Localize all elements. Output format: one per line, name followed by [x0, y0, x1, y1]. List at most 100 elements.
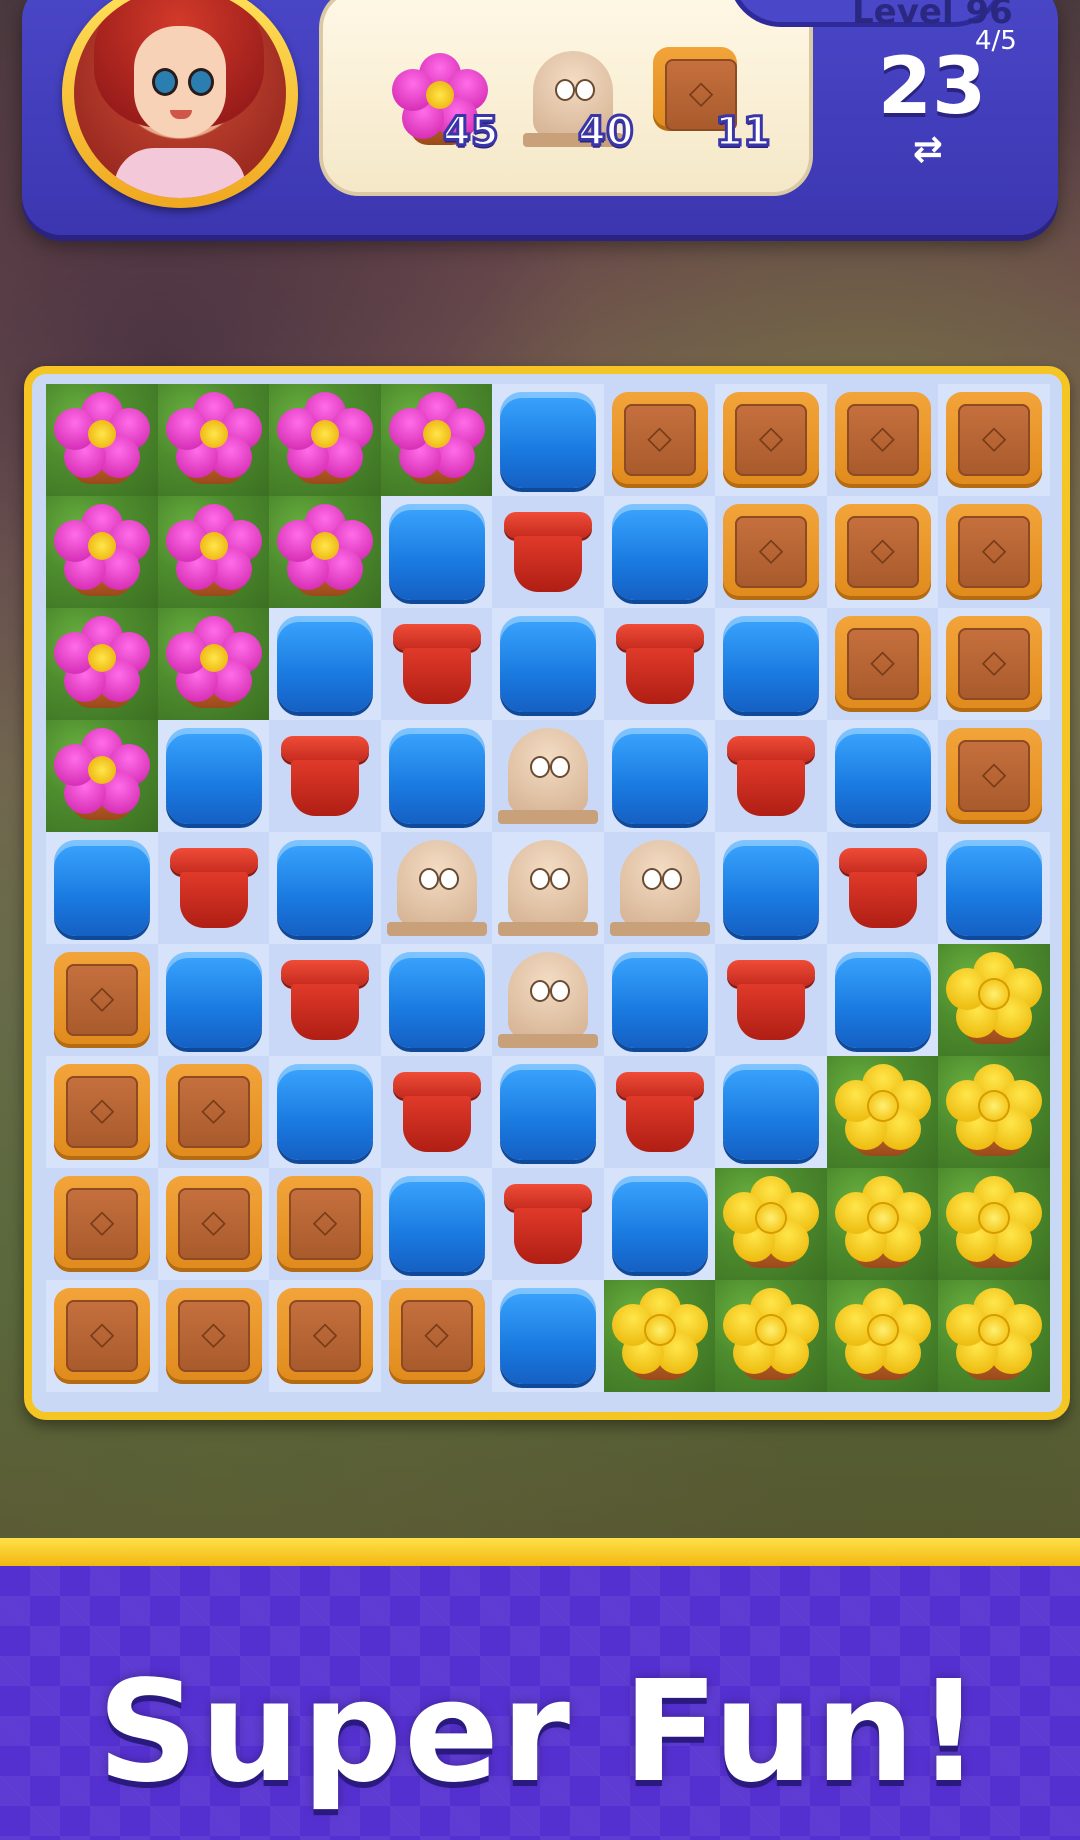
board-cell[interactable] — [46, 944, 158, 1056]
pink-flower-tile[interactable] — [273, 498, 377, 602]
crate-tile[interactable] — [388, 1288, 485, 1384]
board-cell[interactable] — [715, 384, 827, 496]
yellow-flower-tile[interactable] — [831, 1282, 935, 1386]
board-cell[interactable] — [380, 608, 492, 720]
red-pot-tile[interactable] — [392, 618, 481, 710]
board-cell[interactable] — [715, 1168, 827, 1280]
pink-flower-tile[interactable] — [50, 386, 154, 490]
board-cell[interactable] — [603, 384, 715, 496]
crate-tile[interactable] — [165, 1064, 262, 1160]
board-cell[interactable] — [269, 1280, 381, 1392]
board-cell[interactable] — [46, 608, 158, 720]
statue-tile[interactable] — [386, 836, 487, 940]
board-cell[interactable] — [826, 1280, 938, 1392]
blue-jelly-tile[interactable] — [165, 728, 262, 824]
board-cell[interactable] — [157, 720, 269, 832]
board-cell[interactable] — [715, 944, 827, 1056]
blue-jelly-tile[interactable] — [500, 392, 596, 488]
board-cell[interactable] — [938, 1056, 1050, 1168]
board-cell[interactable] — [938, 832, 1050, 944]
red-pot-tile[interactable] — [727, 730, 815, 822]
crate-tile[interactable] — [946, 616, 1042, 712]
board-cell[interactable] — [715, 496, 827, 608]
yellow-flower-tile[interactable] — [719, 1282, 823, 1386]
board-cell[interactable] — [269, 1168, 381, 1280]
blue-jelly-tile[interactable] — [277, 840, 373, 936]
blue-jelly-tile[interactable] — [834, 728, 931, 824]
red-pot-tile[interactable] — [615, 1066, 704, 1158]
board-cell[interactable] — [826, 1168, 938, 1280]
board-cell[interactable] — [46, 832, 158, 944]
crate-tile[interactable] — [946, 728, 1042, 824]
board-cell[interactable] — [826, 496, 938, 608]
board-cell[interactable] — [157, 608, 269, 720]
red-pot-tile[interactable] — [281, 730, 369, 822]
statue-tile[interactable] — [609, 836, 710, 940]
board-cell[interactable] — [492, 832, 604, 944]
board-cell[interactable] — [826, 944, 938, 1056]
blue-jelly-tile[interactable] — [723, 616, 819, 712]
board-cell[interactable] — [492, 1280, 604, 1392]
board-cell[interactable] — [938, 384, 1050, 496]
red-pot-tile[interactable] — [615, 618, 704, 710]
board-cell[interactable] — [269, 384, 381, 496]
blue-jelly-tile[interactable] — [165, 952, 262, 1048]
blue-jelly-tile[interactable] — [388, 504, 485, 600]
crate-tile[interactable] — [54, 1064, 150, 1160]
board-cell[interactable] — [269, 608, 381, 720]
yellow-flower-tile[interactable] — [719, 1170, 823, 1274]
blue-jelly-tile[interactable] — [388, 1176, 485, 1272]
board-cell[interactable] — [715, 1056, 827, 1168]
crate-tile[interactable] — [54, 952, 150, 1048]
board-cell[interactable] — [380, 1280, 492, 1392]
board-cell[interactable] — [826, 720, 938, 832]
crate-tile[interactable] — [165, 1176, 262, 1272]
pink-flower-tile[interactable] — [50, 610, 154, 714]
board-cell[interactable] — [46, 1280, 158, 1392]
pink-flower-tile[interactable] — [50, 722, 154, 826]
yellow-flower-tile[interactable] — [831, 1170, 935, 1274]
board-cell[interactable] — [157, 1056, 269, 1168]
board-cell[interactable] — [492, 944, 604, 1056]
blue-jelly-tile[interactable] — [611, 728, 708, 824]
crate-tile[interactable] — [611, 392, 708, 488]
board-cell[interactable] — [380, 944, 492, 1056]
board-cell[interactable] — [380, 496, 492, 608]
board-cell[interactable] — [492, 720, 604, 832]
pink-flower-tile[interactable] — [162, 386, 266, 490]
blue-jelly-tile[interactable] — [611, 504, 708, 600]
board-cell[interactable] — [826, 384, 938, 496]
board-cell[interactable] — [492, 496, 604, 608]
board-cell[interactable] — [715, 832, 827, 944]
board-cell[interactable] — [938, 720, 1050, 832]
blue-jelly-tile[interactable] — [500, 616, 596, 712]
crate-tile[interactable] — [834, 504, 931, 600]
board-cell[interactable] — [603, 1168, 715, 1280]
red-pot-tile[interactable] — [727, 954, 815, 1046]
blue-jelly-tile[interactable] — [277, 616, 373, 712]
blue-jelly-tile[interactable] — [611, 952, 708, 1048]
blue-jelly-tile[interactable] — [388, 952, 485, 1048]
board-cell[interactable] — [715, 720, 827, 832]
board-cell[interactable] — [603, 832, 715, 944]
crate-tile[interactable] — [54, 1288, 150, 1384]
red-pot-tile[interactable] — [504, 506, 592, 598]
board-cell[interactable] — [46, 1056, 158, 1168]
board-cell[interactable] — [826, 1056, 938, 1168]
board-cell[interactable] — [157, 944, 269, 1056]
board-cell[interactable] — [492, 1168, 604, 1280]
board-cell[interactable] — [492, 1056, 604, 1168]
board-cell[interactable] — [715, 608, 827, 720]
yellow-flower-tile[interactable] — [831, 1058, 935, 1162]
blue-jelly-tile[interactable] — [834, 952, 931, 1048]
pink-flower-tile[interactable] — [162, 610, 266, 714]
board-cell[interactable] — [492, 384, 604, 496]
board-cell[interactable] — [938, 608, 1050, 720]
blue-jelly-tile[interactable] — [54, 840, 150, 936]
crate-tile[interactable] — [165, 1288, 262, 1384]
board-cell[interactable] — [603, 608, 715, 720]
yellow-flower-tile[interactable] — [942, 1058, 1046, 1162]
board-cell[interactable] — [380, 1168, 492, 1280]
board-cell[interactable] — [46, 496, 158, 608]
board-cell[interactable] — [380, 384, 492, 496]
